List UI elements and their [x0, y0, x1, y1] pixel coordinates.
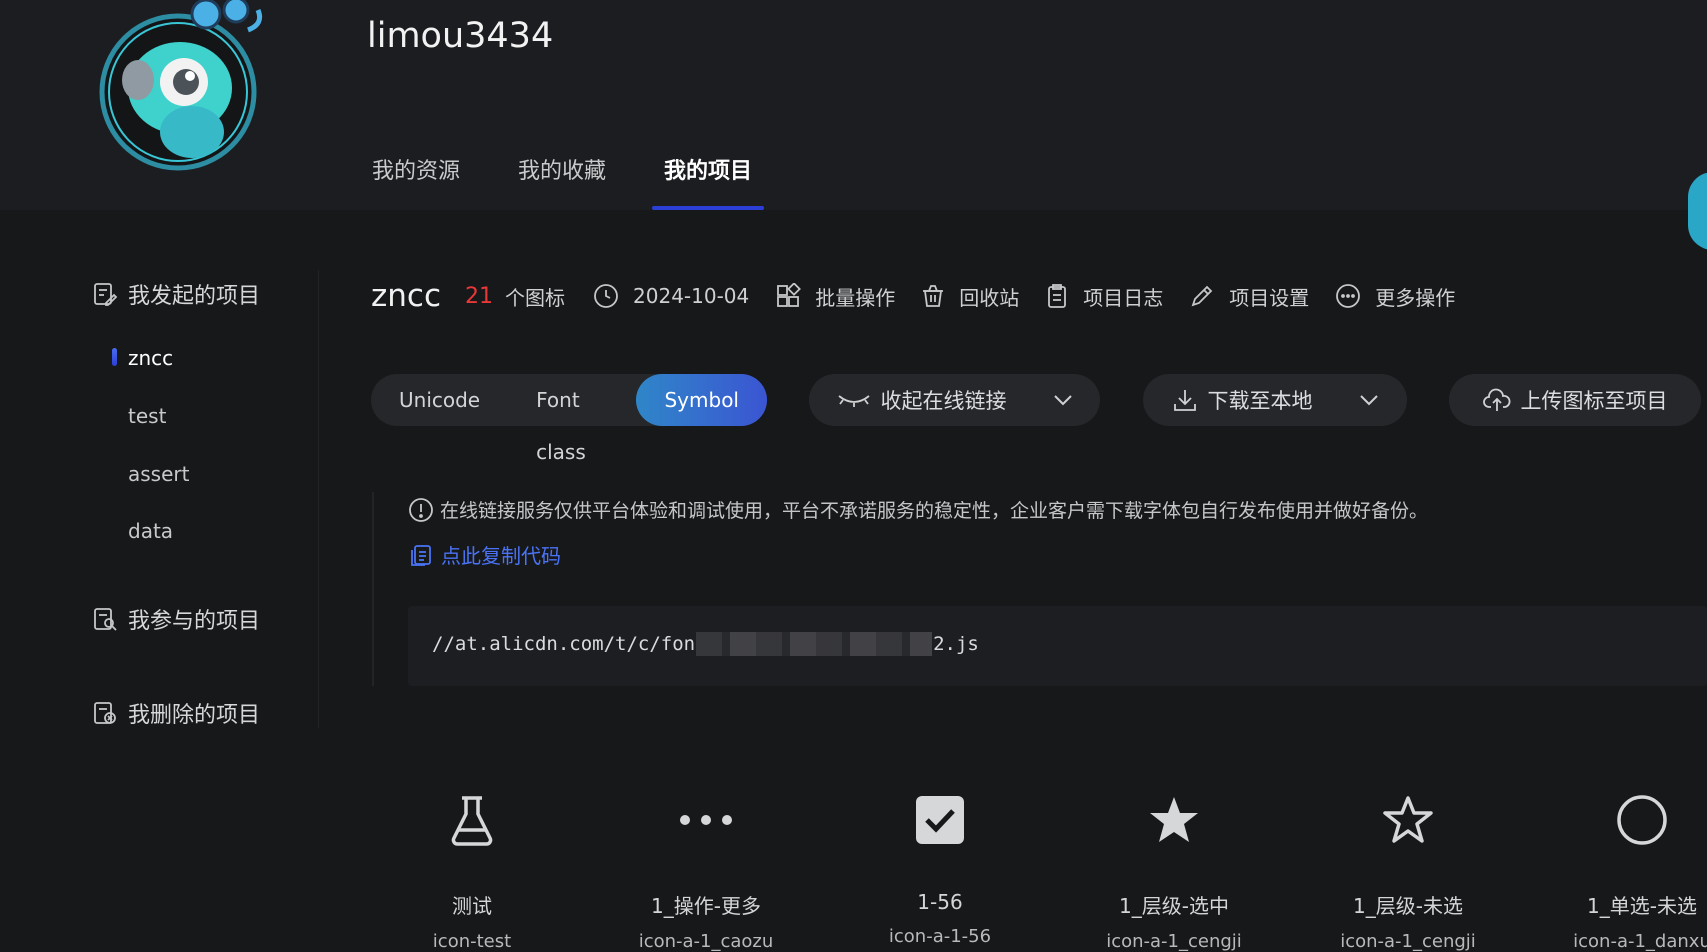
sidebar-group-joined[interactable]: 我参与的项目 — [92, 603, 260, 635]
format-tab-unicode[interactable]: Unicode — [371, 374, 508, 426]
sidebar-group-joined-label: 我参与的项目 — [128, 609, 261, 634]
project-settings-label: 项目设置 — [1229, 285, 1310, 310]
profile-header: limou3434 我的资源 我的收藏 我的项目 — [0, 0, 1707, 210]
upload-icon-label: 上传图标至项目 — [1520, 389, 1668, 413]
project-settings-button[interactable]: 项目设置 — [1189, 282, 1309, 311]
username: limou3434 — [367, 16, 554, 56]
sidebar-project-data[interactable]: data — [128, 519, 173, 543]
online-link-notice: 在线链接服务仅供平台体验和调试使用，平台不承诺服务的稳定性，企业客户需下载字体包… — [408, 496, 1428, 523]
sidebar-project-assert[interactable]: assert — [128, 462, 189, 486]
download-local-button[interactable]: 下载至本地 — [1143, 374, 1407, 426]
code-prefix: //at.alicdn.com/t/c/fon — [432, 633, 696, 655]
sidebar-group-created[interactable]: 我发起的项目 — [92, 278, 260, 310]
sidebar-project-zncc[interactable]: zncc — [128, 346, 173, 370]
project-name: zncc — [371, 278, 442, 314]
project-log-button[interactable]: 项目日志 — [1045, 282, 1163, 311]
code-snippet-text[interactable]: //at.alicdn.com/t/c/fon 2.js — [432, 632, 979, 656]
more-circle-icon — [1336, 284, 1361, 308]
tab-my-resources[interactable]: 我的资源 — [372, 152, 460, 210]
icon-card[interactable]: 1-56 icon-a-1-56 — [823, 790, 1057, 952]
icon-card[interactable]: 1_操作-更多 icon-a-1_caozu — [589, 790, 823, 952]
notice-text: 在线链接服务仅供平台体验和调试使用，平台不承诺服务的稳定性，企业客户需下载字体包… — [440, 500, 1429, 522]
icon-code: icon-test — [432, 931, 512, 952]
recycle-bin-label: 回收站 — [959, 285, 1020, 310]
star-outline-icon — [1378, 790, 1438, 850]
profile-tabs: 我的资源 我的收藏 我的项目 — [372, 152, 810, 210]
star-filled-icon — [1144, 790, 1204, 850]
icon-code: icon-a-1_cengji — [1106, 931, 1242, 952]
trash-icon — [923, 285, 944, 307]
format-tab-font-class[interactable]: Font class — [508, 374, 636, 464]
project-date-text: 2024-10-04 — [633, 284, 750, 308]
icon-name: 1-56 — [917, 890, 963, 914]
floating-side-button[interactable] — [1688, 172, 1707, 250]
pencil-icon — [1191, 285, 1213, 307]
circle-outline-icon — [1612, 790, 1672, 850]
project-list-delete-icon — [94, 702, 116, 724]
clock-icon — [594, 284, 618, 308]
icon-name: 测试 — [452, 894, 492, 918]
icon-card[interactable]: 1_单选-未选 icon-a-1_danxu — [1525, 790, 1707, 952]
collapse-online-link-label: 收起在线链接 — [880, 389, 1007, 413]
collapse-online-link-button[interactable]: 收起在线链接 — [809, 374, 1100, 426]
project-date: 2024-10-04 — [593, 283, 749, 309]
code-snippet-box[interactable]: //at.alicdn.com/t/c/fon 2.js — [408, 606, 1707, 686]
chevron-down-icon — [1359, 395, 1378, 406]
icon-name: 1_层级-选中 — [1119, 894, 1229, 918]
user-avatar[interactable] — [98, 0, 268, 172]
flask-icon — [442, 790, 502, 850]
icon-code: icon-a-1_caozu — [638, 931, 774, 952]
copy-code-link[interactable]: 点此复制代码 — [409, 540, 561, 569]
code-suffix: 2.js — [933, 633, 979, 655]
project-toolbar: zncc 21 个图标 2024-10-04 批量操作 回收站 项目日志 项目设… — [371, 272, 1455, 320]
icon-name: 1_层级-未选 — [1353, 894, 1463, 918]
more-actions-button[interactable]: 更多操作 — [1335, 282, 1455, 311]
icon-count-suffix: 个图标 — [505, 285, 566, 310]
recycle-bin-button[interactable]: 回收站 — [921, 282, 1019, 311]
sidebar-project-test[interactable]: test — [128, 404, 166, 428]
icon-card[interactable]: 1_层级-选中 icon-a-1_cengji — [1057, 790, 1291, 952]
info-icon — [409, 497, 433, 522]
sidebar-group-deleted[interactable]: 我删除的项目 — [92, 697, 260, 729]
format-segmented-control: Unicode Font class Symbol — [371, 374, 767, 464]
sidebar-divider — [318, 270, 319, 728]
eye-closed-icon — [837, 395, 870, 407]
project-log-label: 项目日志 — [1083, 285, 1164, 310]
download-icon — [1173, 390, 1196, 411]
icon-count: 21 — [465, 283, 494, 309]
icon-code: icon-a-1_cengji — [1340, 931, 1476, 952]
active-project-marker — [112, 348, 117, 366]
sidebar-group-created-label: 我发起的项目 — [128, 284, 261, 309]
cloud-upload-icon — [1482, 388, 1510, 411]
chevron-down-icon — [1053, 395, 1072, 406]
download-local-label: 下载至本地 — [1207, 389, 1313, 413]
tab-my-favorites[interactable]: 我的收藏 — [518, 152, 606, 210]
icon-grid: 测试 icon-test 1_操作-更多 icon-a-1_caozu 1-56… — [355, 790, 1707, 952]
more-dots-icon — [676, 790, 736, 850]
sidebar-group-deleted-label: 我删除的项目 — [128, 703, 261, 728]
batch-operation-button[interactable]: 批量操作 — [775, 282, 895, 311]
tab-my-projects[interactable]: 我的项目 — [652, 152, 765, 210]
icon-card[interactable]: 测试 icon-test — [355, 790, 589, 952]
batch-operation-label: 批量操作 — [815, 285, 896, 310]
redacted-segment — [696, 632, 933, 656]
icon-code: icon-a-1_danxu — [1573, 931, 1707, 952]
icon-card[interactable]: 1_层级-未选 icon-a-1_cengji — [1291, 790, 1525, 952]
icon-code: icon-a-1-56 — [888, 926, 992, 947]
format-tab-symbol[interactable]: Symbol — [636, 374, 767, 426]
copy-icon — [411, 544, 431, 566]
clipboard-icon — [1048, 284, 1067, 308]
grid-icon — [777, 283, 802, 307]
project-list-search-icon — [94, 608, 117, 631]
checkbox-checked-icon — [910, 790, 970, 850]
notice-divider — [372, 492, 374, 686]
copy-code-label: 点此复制代码 — [441, 544, 561, 568]
more-actions-label: 更多操作 — [1375, 285, 1456, 310]
upload-icon-button[interactable]: 上传图标至项目 — [1449, 374, 1701, 426]
icon-name: 1_操作-更多 — [651, 894, 761, 918]
project-list-edit-icon — [94, 283, 118, 306]
icon-name: 1_单选-未选 — [1587, 894, 1697, 918]
